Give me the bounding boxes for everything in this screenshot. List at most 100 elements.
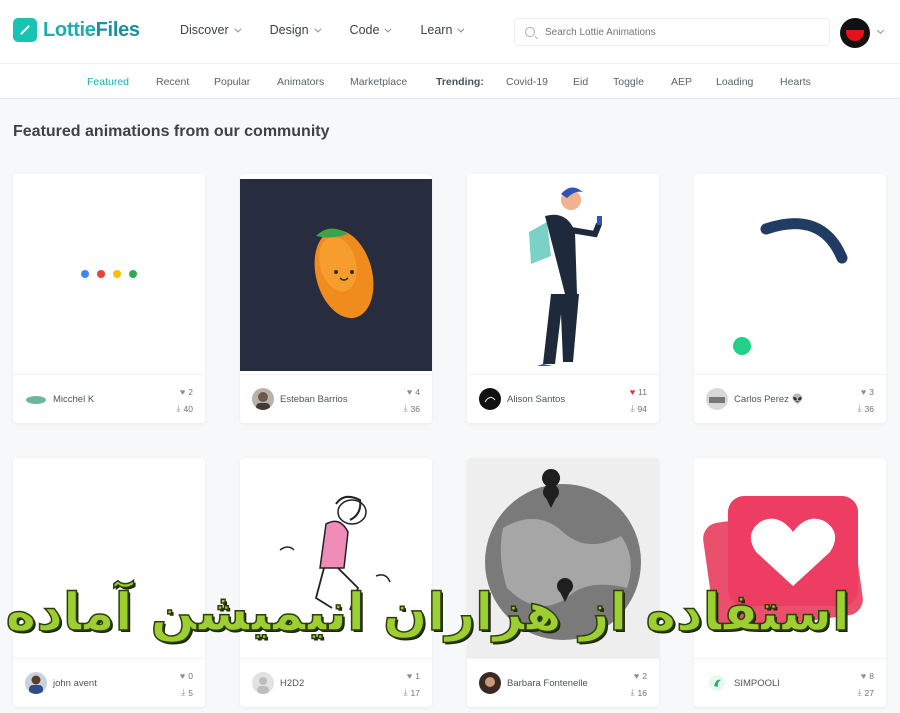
animation-preview[interactable] <box>694 174 886 374</box>
like-count[interactable]: ♥ 2 <box>634 671 647 681</box>
subnav-hearts[interactable]: Hearts <box>780 76 811 88</box>
author-name[interactable]: H2D2 <box>280 678 304 689</box>
chevron-down-icon[interactable] <box>876 26 885 35</box>
nav-learn[interactable]: Learn <box>420 23 465 37</box>
download-count: ⤓ 5 <box>181 687 193 698</box>
subnav-toggle[interactable]: Toggle <box>613 76 644 88</box>
like-count[interactable]: ♥ 8 <box>861 671 874 681</box>
download-count: ⤓ 16 <box>630 687 647 698</box>
card-footer: Carlos Perez 👽 ♥ 3 ⤓ 36 <box>694 374 886 423</box>
like-count[interactable]: ♥ 11 <box>630 387 647 397</box>
chevron-down-icon <box>457 25 465 33</box>
author-name[interactable]: Carlos Perez 👽 <box>734 394 803 405</box>
author-name[interactable]: SIMPOOLI <box>734 678 780 689</box>
author-name[interactable]: Barbara Fontenelle <box>507 678 588 689</box>
download-count: ⤓ 36 <box>857 403 874 414</box>
animation-card[interactable]: Esteban Barrios ♥ 4 ⤓ 36 <box>240 174 432 423</box>
main-nav: Discover Design Code Learn <box>180 23 493 37</box>
avatar[interactable] <box>706 672 728 694</box>
heart-icon: ♥ <box>179 387 186 397</box>
author-name[interactable]: Esteban Barrios <box>280 394 348 405</box>
avatar[interactable] <box>25 672 47 694</box>
card-footer: Alison Santos ♥ 11 ⤓ 94 <box>467 374 659 423</box>
avatar[interactable] <box>252 672 274 694</box>
mango-animation <box>240 179 432 371</box>
chevron-down-icon <box>313 25 321 33</box>
subnav-loading[interactable]: Loading <box>716 76 753 88</box>
download-icon: ⤓ <box>630 403 635 413</box>
download-icon: ⤓ <box>857 687 862 697</box>
like-count[interactable]: ♥ 0 <box>180 671 193 681</box>
card-footer: Esteban Barrios ♥ 4 ⤓ 36 <box>240 374 432 423</box>
avatar[interactable] <box>706 388 728 410</box>
animation-preview[interactable] <box>467 174 659 374</box>
chevron-down-icon <box>234 25 242 33</box>
logo-text: LottieFiles <box>43 18 140 41</box>
search-box <box>514 18 830 46</box>
arc-loader-animation <box>733 218 848 355</box>
download-count: ⤓ 27 <box>857 687 874 698</box>
nav-discover[interactable]: Discover <box>180 23 242 37</box>
avatar[interactable] <box>479 672 501 694</box>
author-name[interactable]: john avent <box>53 678 97 689</box>
subnav-marketplace[interactable]: Marketplace <box>350 76 407 88</box>
man-with-phone-animation <box>529 187 602 366</box>
card-footer: SIMPOOLI ♥ 8 ⤓ 27 <box>694 658 886 707</box>
card-footer: john avent ♥ 0 ⤓ 5 <box>13 658 205 707</box>
heart-icon: ♥ <box>406 387 413 397</box>
subnav-aep[interactable]: AEP <box>671 76 692 88</box>
heart-icon: ♥ <box>633 671 640 681</box>
subnav-popular[interactable]: Popular <box>214 76 250 88</box>
sub-nav: Featured Recent Popular Animators Market… <box>0 63 900 99</box>
like-count[interactable]: ♥ 1 <box>407 671 420 681</box>
download-icon: ⤓ <box>181 687 186 697</box>
download-icon: ⤓ <box>176 403 181 413</box>
download-count: ⤓ 17 <box>403 687 420 698</box>
nav-code[interactable]: Code <box>350 23 392 37</box>
page-title: Featured animations from our community <box>13 123 330 140</box>
download-icon: ⤓ <box>630 687 635 697</box>
download-count: ⤓ 94 <box>630 403 647 414</box>
heart-icon: ♥ <box>860 671 867 681</box>
animation-preview[interactable] <box>13 174 205 374</box>
like-count[interactable]: ♥ 2 <box>180 387 193 397</box>
subnav-animators[interactable]: Animators <box>277 76 324 88</box>
subnav-featured[interactable]: Featured <box>87 76 129 88</box>
download-count: ⤓ 40 <box>176 403 193 414</box>
like-count[interactable]: ♥ 3 <box>861 387 874 397</box>
nav-design[interactable]: Design <box>270 23 321 37</box>
animation-preview[interactable] <box>240 174 432 374</box>
subnav-covid19[interactable]: Covid-19 <box>506 76 548 88</box>
subnav-trending-label: Trending: <box>436 76 484 88</box>
chevron-down-icon <box>384 25 392 33</box>
avatar[interactable] <box>252 388 274 410</box>
download-icon: ⤓ <box>403 687 408 697</box>
author-name[interactable]: Alison Santos <box>507 394 565 405</box>
download-icon: ⤓ <box>857 403 862 413</box>
top-navbar: LottieFiles Discover Design Code Learn <box>0 0 900 63</box>
download-icon: ⤓ <box>403 403 408 413</box>
card-footer: H2D2 ♥ 1 ⤓ 17 <box>240 658 432 707</box>
author-name[interactable]: Micchel K <box>53 394 94 405</box>
promo-overlay-text: استفاده از هزاران انیمیشن آماده <box>5 582 850 644</box>
card-footer: Micchel K ♥ 2 ⤓ 40 <box>13 374 205 423</box>
like-count[interactable]: ♥ 4 <box>407 387 420 397</box>
search-input[interactable] <box>545 26 815 38</box>
search-icon <box>525 27 535 37</box>
animation-card[interactable]: Micchel K ♥ 2 ⤓ 40 <box>13 174 205 423</box>
logo[interactable]: LottieFiles <box>13 18 140 42</box>
loading-dots-animation <box>81 270 137 278</box>
animation-card[interactable]: Alison Santos ♥ 11 ⤓ 94 <box>467 174 659 423</box>
heart-icon: ♥ <box>860 387 867 397</box>
heart-icon: ♥ <box>179 671 186 681</box>
subnav-recent[interactable]: Recent <box>156 76 189 88</box>
card-footer: Barbara Fontenelle ♥ 2 ⤓ 16 <box>467 658 659 707</box>
logo-icon <box>13 18 37 42</box>
animation-card[interactable]: Carlos Perez 👽 ♥ 3 ⤓ 36 <box>694 174 886 423</box>
avatar[interactable] <box>479 388 501 410</box>
subnav-eid[interactable]: Eid <box>573 76 588 88</box>
heart-icon: ♥ <box>629 387 636 397</box>
avatar[interactable] <box>25 388 47 410</box>
download-count: ⤓ 36 <box>403 403 420 414</box>
user-avatar[interactable] <box>840 18 870 48</box>
